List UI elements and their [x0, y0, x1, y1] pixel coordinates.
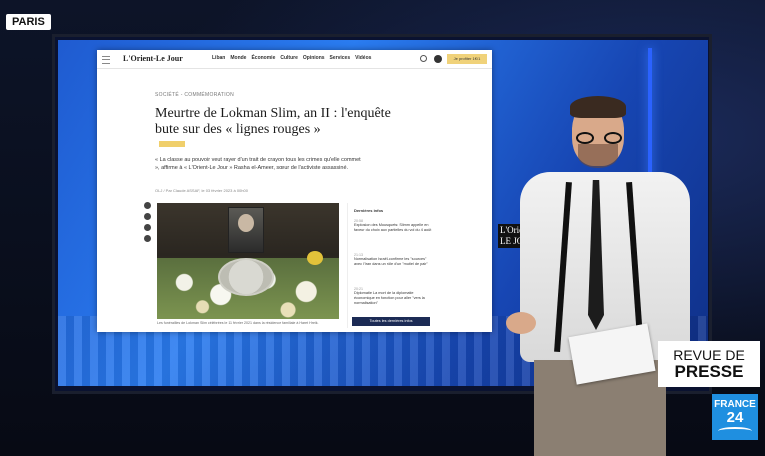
news-text: Normalisation Israël-confirme les "sourc… [354, 257, 428, 266]
photo-portrait-frame [228, 207, 264, 253]
menu-icon[interactable] [102, 56, 110, 64]
facebook-icon[interactable] [144, 202, 151, 209]
photo-yellow-flowers [307, 251, 323, 265]
sidebar-news-item[interactable]: 21:13 Normalisation Israël-confirme les … [354, 253, 432, 267]
presenter [500, 92, 710, 456]
news-text: Explosion des Mousquets: Slimm appelle e… [354, 223, 432, 232]
article-headline: Meurtre de Lokman Slim, an II : l'enquêt… [155, 106, 391, 137]
article-lead: « La classe au pouvoir veut rayer d'un t… [155, 157, 361, 171]
article-webpage: L'Orient-Le Jour Liban Monde Économie Cu… [97, 50, 492, 332]
sidebar-title: Dernières infos [354, 208, 384, 213]
site-logo[interactable]: L'Orient-Le Jour [123, 54, 183, 63]
channel-waves-icon [718, 427, 752, 435]
article-category[interactable]: SOCIÉTÉ - COMMÉMORATION [155, 92, 234, 98]
site-navigation-bar: L'Orient-Le Jour Liban Monde Économie Cu… [97, 50, 492, 69]
program-title-line1: REVUE DE [673, 346, 745, 363]
sidebar-news-item[interactable]: 20:21 Diplomatie La mort de la diplomati… [354, 287, 432, 306]
presenter-hand [506, 312, 536, 334]
nav-menu: Liban Monde Économie Culture Opinions Se… [212, 55, 371, 61]
presenter-hair [570, 96, 626, 118]
user-icon[interactable] [434, 55, 442, 63]
article-tag-badge [159, 141, 185, 147]
presenter-glasses [576, 132, 622, 144]
subscribe-button[interactable]: Je profiter 1€/1 [447, 54, 487, 64]
sidebar-news-item[interactable]: 20:58 Explosion des Mousquets: Slimm app… [354, 219, 432, 233]
photo-wreath [218, 258, 274, 296]
program-title-line2: PRESSE [674, 361, 744, 381]
all-news-button[interactable]: Toutes les dernières infos [352, 317, 430, 326]
nav-item-monde[interactable]: Monde [230, 55, 246, 61]
link-icon[interactable] [144, 235, 151, 242]
article-byline: OLJ / Par Claude ASSAF, le 03 février 20… [155, 188, 248, 193]
share-buttons [144, 202, 151, 242]
channel-logo: FRANCE 24 [712, 394, 758, 440]
program-title-badge: REVUE DE PRESSE [658, 341, 760, 387]
email-icon[interactable] [144, 224, 151, 231]
nav-item-liban[interactable]: Liban [212, 55, 225, 61]
nav-item-culture[interactable]: Culture [280, 55, 298, 61]
channel-number: 24 [726, 409, 744, 426]
twitter-icon[interactable] [144, 213, 151, 220]
nav-item-services[interactable]: Services [330, 55, 351, 61]
location-badge: PARIS [6, 14, 51, 30]
nav-item-videos[interactable]: Vidéos [355, 55, 371, 61]
presenter-beard [578, 144, 618, 168]
nav-item-opinions[interactable]: Opinions [303, 55, 325, 61]
nav-item-economie[interactable]: Économie [251, 55, 275, 61]
search-icon[interactable] [420, 55, 427, 62]
latest-news-sidebar: Dernières infos 20:58 Explosion des Mous… [347, 203, 434, 328]
photo-caption: Les funérailles de Lokman Slim célébrées… [157, 321, 319, 325]
article-photo [157, 203, 339, 319]
news-text: Diplomatie La mort de la diplomatie écon… [354, 291, 425, 305]
